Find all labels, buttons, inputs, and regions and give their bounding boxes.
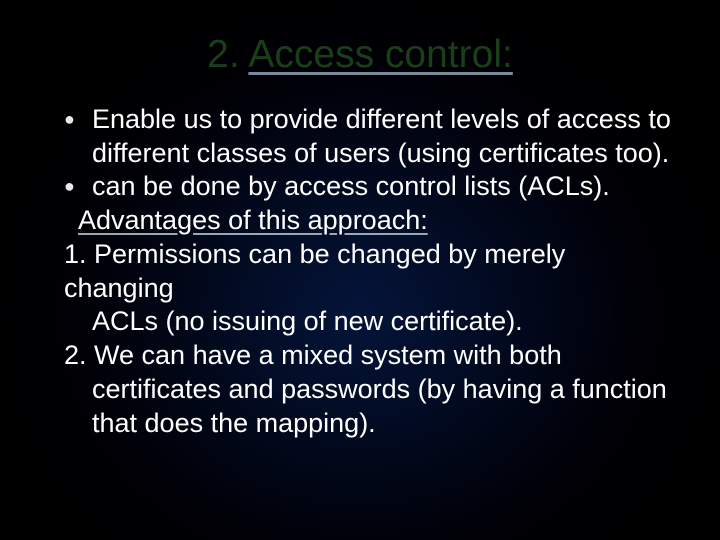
advantage-2-line-2: certificates and passwords (by having a … — [92, 373, 674, 407]
bullet-item-2: ● can be done by access control lists (A… — [64, 170, 674, 204]
advantage-1-line-1: 1. Permissions can be changed by merely … — [64, 238, 674, 306]
slide-title: 2. Access control: — [46, 32, 674, 79]
slide-body: ● Enable us to provide different levels … — [64, 103, 674, 441]
bullet-2-line-1: can be done by access control lists (ACL… — [92, 170, 674, 204]
title-main: Access control: — [248, 33, 512, 76]
bullet-icon: ● — [64, 103, 92, 135]
bullet-1-line-1: Enable us to provide different levels of… — [92, 103, 674, 137]
advantage-1-line-2: ACLs (no issuing of new certificate). — [92, 305, 674, 339]
bullet-icon: ● — [64, 170, 92, 202]
title-prefix: 2. — [207, 33, 248, 76]
slide: 2. Access control: ● Enable us to provid… — [0, 0, 720, 540]
bullet-1-line-2: different classes of users (using certif… — [92, 137, 674, 171]
advantage-2-line-1: 2. We can have a mixed system with both — [64, 339, 674, 373]
advantages-heading-wrap: Advantages of this approach: — [64, 204, 674, 238]
advantage-2-line-3: that does the mapping). — [92, 407, 674, 441]
advantages-heading: Advantages of this approach: — [78, 205, 428, 235]
bullet-item-1: ● Enable us to provide different levels … — [64, 103, 674, 137]
